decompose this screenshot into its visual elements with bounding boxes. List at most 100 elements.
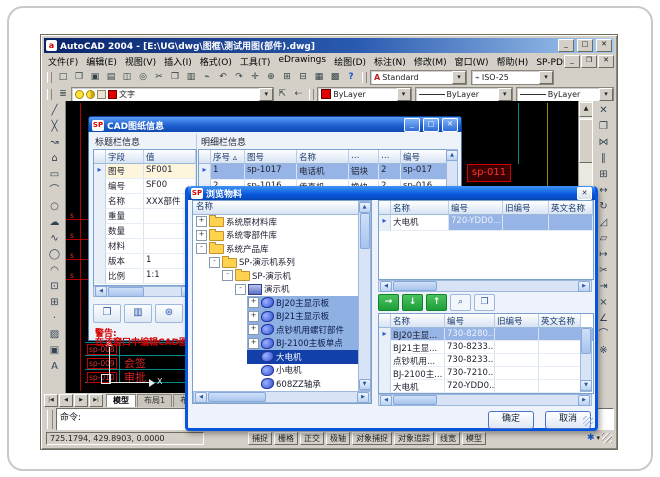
status-toggle-极轴[interactable]: 极轴 xyxy=(326,432,350,445)
menu-item[interactable]: 绘图(D) xyxy=(330,55,370,68)
scrollbar-thumb[interactable] xyxy=(360,213,370,249)
menu-item[interactable]: 视图(V) xyxy=(121,55,160,68)
open-icon[interactable]: ❒ xyxy=(71,70,87,84)
close-button[interactable]: ✕ xyxy=(596,39,612,52)
save-icon[interactable]: ▣ xyxy=(87,70,103,84)
settings-icon[interactable]: ⊛ xyxy=(155,304,183,323)
designcenter-icon[interactable]: ▩ xyxy=(327,70,343,84)
table-row[interactable]: 点钞机用...730-8233... xyxy=(379,354,593,367)
mirror-icon[interactable]: ⋈ xyxy=(595,135,613,151)
column-header[interactable]: 编号 xyxy=(445,314,495,328)
tree-item[interactable]: +系统零部件库 xyxy=(193,229,358,243)
toolbar-grip[interactable] xyxy=(47,72,52,83)
rectangle-icon[interactable]: ▭ xyxy=(46,167,64,183)
table-row[interactable]: ▸图号SF001 xyxy=(94,164,196,179)
table-row[interactable]: BJ21主显...730-8233... xyxy=(379,341,593,354)
minimize-button[interactable]: _ xyxy=(558,39,574,52)
status-toggle-栅格[interactable]: 栅格 xyxy=(274,432,298,445)
paste-icon[interactable]: ▥ xyxy=(183,70,199,84)
menu-item[interactable]: eDrawings xyxy=(274,55,330,68)
menu-item[interactable]: 标注(N) xyxy=(370,55,410,68)
search-icon[interactable]: ⌕ xyxy=(450,294,471,311)
menu-item[interactable]: 修改(M) xyxy=(410,55,451,68)
download-icon[interactable]: ↓ xyxy=(402,294,423,311)
status-toggle-对象捕捉[interactable]: 对象捕捉 xyxy=(352,432,392,445)
tree-item[interactable]: +BJ-2100主板单点 xyxy=(193,337,358,351)
cut-icon[interactable]: ✂ xyxy=(151,70,167,84)
collapse-icon[interactable]: - xyxy=(235,284,246,295)
table-row[interactable]: ▸大电机720-YDD0... xyxy=(379,215,593,231)
scroll-up-icon[interactable]: ▲ xyxy=(359,202,371,213)
menu-item[interactable]: SP-PDM插件(P) xyxy=(532,55,564,68)
multiline-text-icon[interactable]: A xyxy=(46,359,64,375)
mdi-restore-button[interactable]: ❐ xyxy=(581,55,597,68)
hatch-icon[interactable]: ▨ xyxy=(46,327,64,343)
scroll-up-icon[interactable]: ▲ xyxy=(446,150,458,161)
tree-vscrollbar[interactable]: ▲ ▼ xyxy=(358,201,371,391)
tree-item[interactable]: +点钞机用螺钉部件 xyxy=(193,323,358,337)
cad-maximize-button[interactable]: □ xyxy=(423,118,439,132)
cad-minimize-button[interactable]: _ xyxy=(404,118,420,132)
scrollbar-thumb[interactable] xyxy=(108,287,144,297)
scrollbar-thumb[interactable] xyxy=(581,328,591,354)
polyline-icon[interactable]: ↝ xyxy=(46,135,64,151)
tree-item[interactable]: -SP-演示机系列 xyxy=(193,256,358,270)
redo-icon[interactable]: ↷ xyxy=(231,70,247,84)
menu-item[interactable]: 窗口(W) xyxy=(451,55,493,68)
status-menu-arrow[interactable]: ▾ xyxy=(596,434,600,442)
scrollbar-thumb[interactable] xyxy=(579,119,593,163)
menu-item[interactable]: 格式(O) xyxy=(196,55,236,68)
ellipse-icon[interactable]: ◯ xyxy=(46,247,64,263)
tab-nav-icon[interactable]: ▶ xyxy=(74,394,88,407)
color-dropdown-arrow[interactable] xyxy=(397,88,411,101)
column-header[interactable]: 图号 xyxy=(245,150,297,164)
lineweight-dropdown-arrow[interactable] xyxy=(599,88,613,101)
tree-item[interactable]: -演示机 xyxy=(193,283,358,297)
cad-close-button[interactable]: ✕ xyxy=(442,118,458,132)
table-row[interactable]: 数量 xyxy=(94,224,196,239)
status-toggle-模型[interactable]: 模型 xyxy=(462,432,486,445)
toolbar-grip[interactable] xyxy=(362,72,367,83)
toolbar-grip[interactable] xyxy=(47,89,52,100)
color-combo[interactable]: ByLayer xyxy=(317,87,411,102)
resize-grip[interactable] xyxy=(602,433,612,443)
tree-item[interactable]: -系统产品库 xyxy=(193,242,358,256)
polygon-icon[interactable]: ⌂ xyxy=(46,151,64,167)
table-row[interactable]: 编号SF00 xyxy=(94,179,196,194)
text-style-combo[interactable]: A Standard xyxy=(370,70,467,85)
dim-style-dropdown-arrow[interactable] xyxy=(539,71,553,84)
column-header[interactable]: 英文名称 xyxy=(549,201,593,215)
column-header[interactable]: 旧编号 xyxy=(503,201,549,215)
menu-item[interactable]: 插入(I) xyxy=(160,55,196,68)
title-block-hscrollbar[interactable]: ◀ ▶ xyxy=(93,286,195,297)
make-block-icon[interactable]: ⊞ xyxy=(46,295,64,311)
scroll-down-icon[interactable]: ▼ xyxy=(359,379,371,390)
tree-item[interactable]: +BJ20主显示板 xyxy=(193,296,358,310)
column-header[interactable]: 旧编号 xyxy=(495,314,539,328)
bottom-table-hscrollbar[interactable]: ◀ ▶ xyxy=(378,394,592,406)
column-header[interactable]: 名称 xyxy=(391,314,445,328)
tab-nav-icon[interactable]: |◀ xyxy=(44,394,58,407)
layer-previous-icon[interactable]: ⇠ xyxy=(290,87,306,101)
columns-icon[interactable]: ▥ xyxy=(124,304,152,323)
column-header[interactable]: 序号 ▵ xyxy=(211,150,245,164)
resize-grip[interactable] xyxy=(583,416,593,426)
scrollbar-thumb[interactable] xyxy=(393,395,437,405)
make-layer-current-icon[interactable]: ⇱ xyxy=(274,87,290,101)
tree-item[interactable]: 608ZZ轴承 xyxy=(193,377,358,391)
tab-nav-icon[interactable]: ◀ xyxy=(59,394,73,407)
zoom-previous-icon[interactable]: ⊟ xyxy=(295,70,311,84)
status-toggle-线宽[interactable]: 线宽 xyxy=(436,432,460,445)
open-record-icon[interactable]: ❐ xyxy=(93,304,121,323)
tree-column-header[interactable]: 名称 xyxy=(193,201,371,215)
spline-icon[interactable]: ∿ xyxy=(46,231,64,247)
table-row[interactable]: BJ-2100主...730-7210... xyxy=(379,367,593,380)
construction-line-icon[interactable]: ╳ xyxy=(46,119,64,135)
collapse-icon[interactable]: - xyxy=(209,257,220,268)
transfer-icon[interactable]: → xyxy=(378,294,399,311)
column-header[interactable]: … xyxy=(379,150,401,164)
mdi-minimize-button[interactable]: _ xyxy=(564,55,580,68)
menu-item[interactable]: 编辑(E) xyxy=(82,55,121,68)
scroll-left-icon[interactable]: ◀ xyxy=(195,392,207,403)
erase-icon[interactable]: ✕ xyxy=(595,103,613,119)
